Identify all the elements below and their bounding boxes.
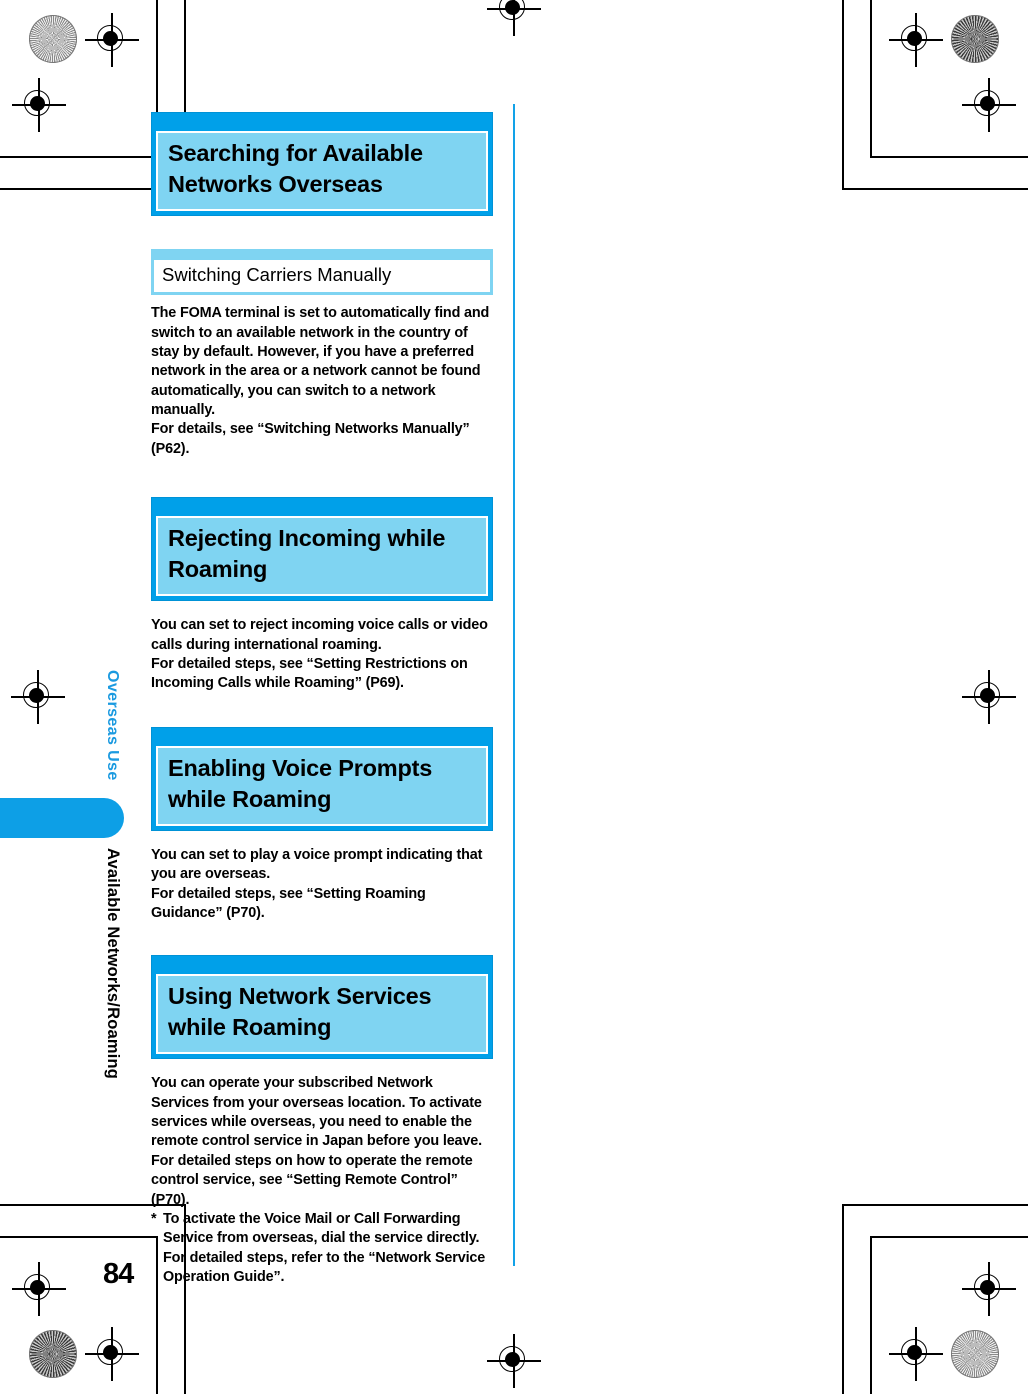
sidebar-chapter-label: Overseas Use bbox=[104, 670, 121, 781]
registration-mark-bottom-right bbox=[889, 1327, 943, 1381]
sidebar-section-label: Available Networks/Roaming bbox=[104, 848, 122, 1080]
section-body: You can set to reject incoming voice cal… bbox=[151, 616, 493, 694]
section-body: You can operate your subscribed Network … bbox=[151, 1074, 493, 1287]
subsection-heading-inner: Switching Carriers Manually bbox=[154, 260, 490, 293]
registration-mark-bottom-center bbox=[487, 1334, 541, 1388]
section-heading-inner: Enabling Voice Prompts while Roaming bbox=[156, 745, 488, 826]
subsection-heading-block: Switching Carriers Manually bbox=[151, 249, 493, 296]
registration-mark-mid-right bbox=[962, 670, 1016, 724]
page-number: 84 bbox=[103, 1258, 134, 1290]
section-body: You can set to play a voice prompt indic… bbox=[151, 846, 493, 924]
section-heading-block: Using Network Services while Roaming bbox=[151, 955, 493, 1060]
registration-mark-top-left-lower bbox=[12, 78, 66, 132]
footnote-marker: * bbox=[151, 1210, 157, 1227]
section-rejecting-incoming: Rejecting Incoming while Roaming You can… bbox=[151, 497, 493, 694]
footnote-text: To activate the Voice Mail or Call Forwa… bbox=[163, 1210, 486, 1286]
section-heading-block: Enabling Voice Prompts while Roaming bbox=[151, 726, 493, 831]
paragraph: For detailed steps, see “Setting Restric… bbox=[151, 656, 468, 692]
paragraph: You can set to play a voice prompt indic… bbox=[151, 846, 483, 883]
registration-mark-bottom-left bbox=[85, 1327, 139, 1381]
registration-mark-top-left bbox=[85, 13, 139, 67]
subsection-title: Switching Carriers Manually bbox=[162, 264, 392, 286]
section-network-services: Using Network Services while Roaming You… bbox=[151, 955, 493, 1287]
paragraph: You can set to reject incoming voice cal… bbox=[151, 617, 488, 653]
paragraph: You can operate your subscribed Network … bbox=[151, 1075, 482, 1150]
registration-mark-mid-left bbox=[11, 670, 65, 724]
page-title: Searching for Available Networks Oversea… bbox=[168, 140, 423, 198]
paragraph: For detailed steps on how to operate the… bbox=[151, 1152, 473, 1208]
footnote: * To activate the Voice Mail or Call For… bbox=[151, 1210, 493, 1288]
rosette-mark-top-left bbox=[29, 15, 77, 63]
section-heading-block: Searching for Available Networks Oversea… bbox=[151, 112, 493, 217]
column-divider-rule bbox=[513, 104, 515, 1266]
section-heading-block: Rejecting Incoming while Roaming bbox=[151, 497, 493, 602]
registration-mark-top-right-lower bbox=[962, 78, 1016, 132]
paragraph: The FOMA terminal is set to automaticall… bbox=[151, 305, 490, 419]
registration-mark-bottom-right-upper bbox=[962, 1262, 1016, 1316]
section-heading-inner: Searching for Available Networks Oversea… bbox=[156, 131, 488, 212]
registration-mark-top-right bbox=[889, 13, 943, 67]
section-searching-networks: Searching for Available Networks Oversea… bbox=[151, 112, 493, 459]
section-title: Using Network Services while Roaming bbox=[168, 983, 432, 1041]
paragraph: For detailed steps, see “Setting Roaming… bbox=[151, 885, 426, 921]
section-voice-prompts: Enabling Voice Prompts while Roaming You… bbox=[151, 726, 493, 924]
section-heading-inner: Using Network Services while Roaming bbox=[156, 974, 488, 1055]
section-title: Enabling Voice Prompts while Roaming bbox=[168, 754, 433, 812]
paragraph: For details, see “Switching Networks Man… bbox=[151, 421, 470, 457]
page-content: Searching for Available Networks Oversea… bbox=[151, 112, 493, 1287]
section-heading-inner: Rejecting Incoming while Roaming bbox=[156, 516, 488, 597]
registration-mark-top-center bbox=[487, 0, 541, 36]
rosette-mark-bottom-left bbox=[29, 1330, 77, 1378]
registration-mark-bottom-left-upper bbox=[12, 1262, 66, 1316]
section-title: Rejecting Incoming while Roaming bbox=[168, 525, 446, 583]
rosette-mark-bottom-right bbox=[951, 1330, 999, 1378]
section-body: The FOMA terminal is set to automaticall… bbox=[151, 304, 493, 459]
sidebar-tab bbox=[0, 798, 124, 838]
rosette-mark-top-right bbox=[951, 15, 999, 63]
